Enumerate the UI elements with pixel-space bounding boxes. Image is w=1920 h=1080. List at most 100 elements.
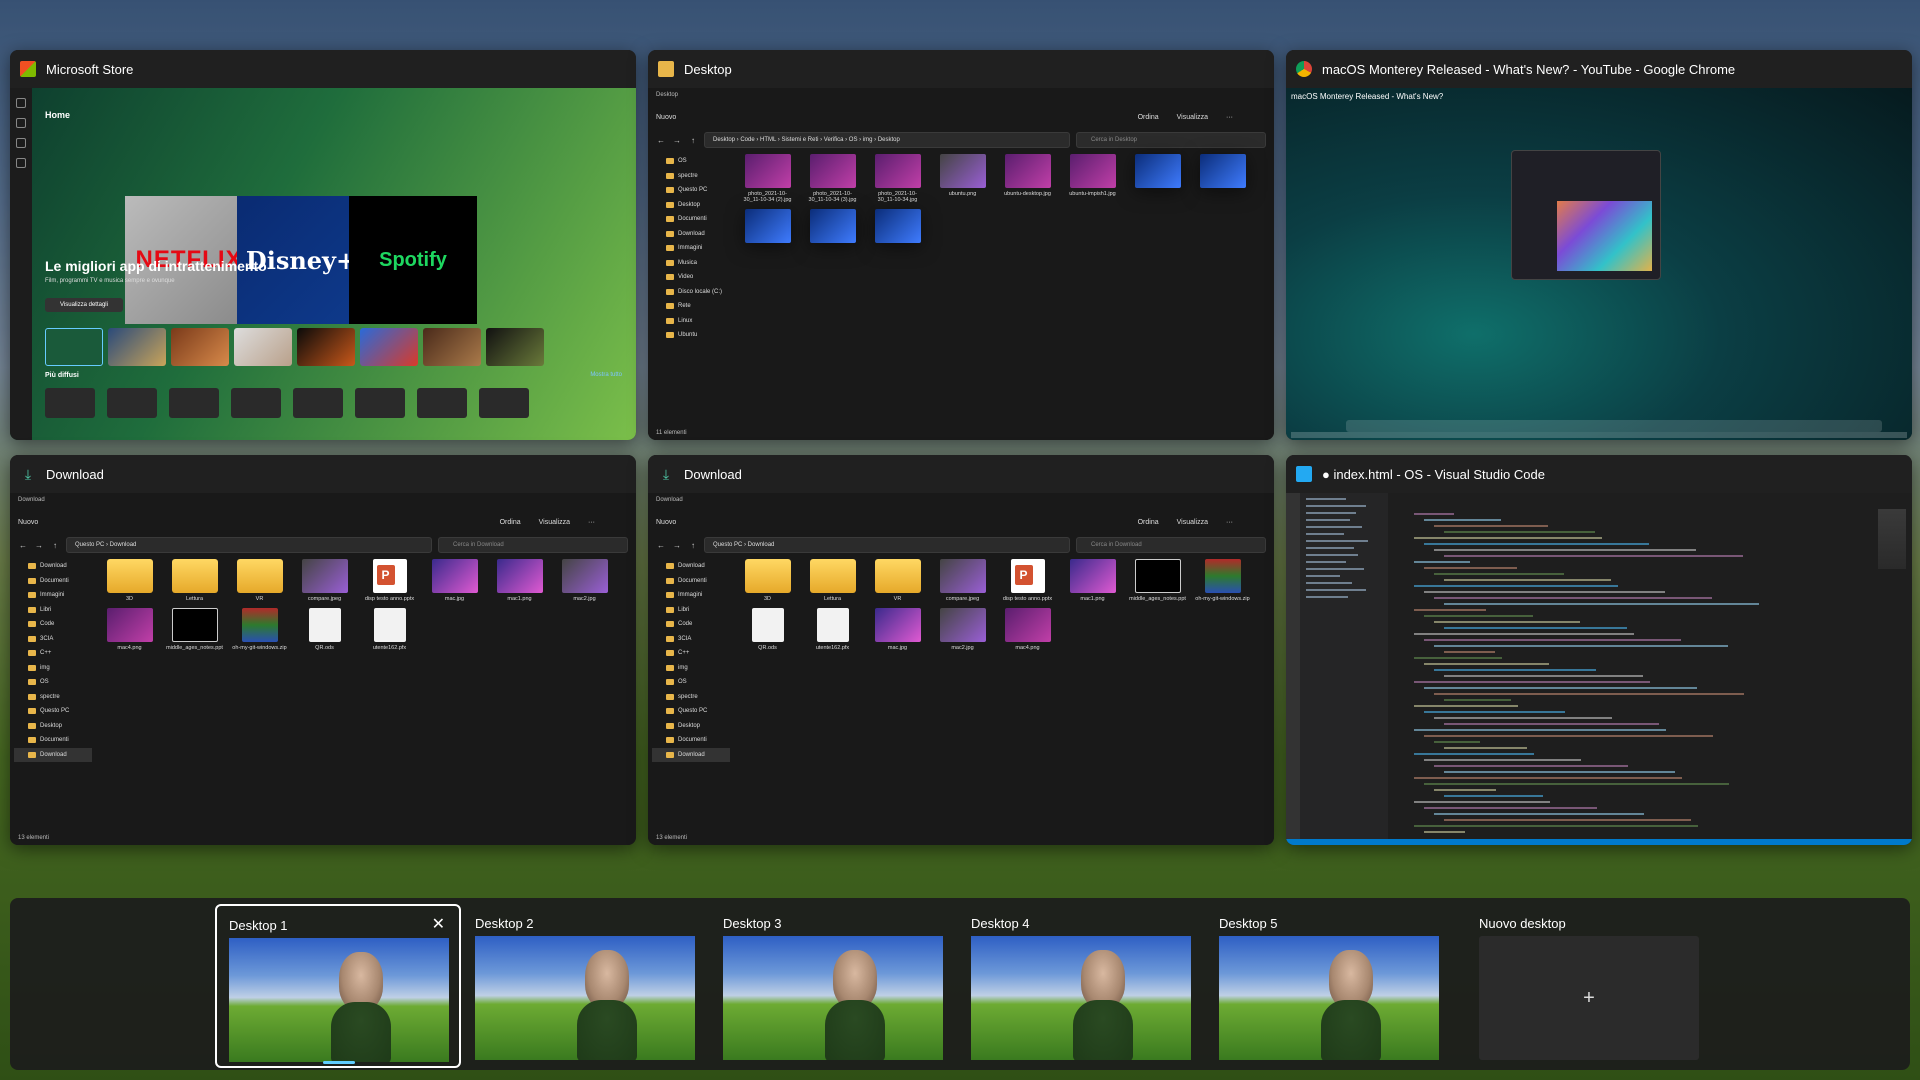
file-icon <box>809 209 856 243</box>
code-line <box>1434 573 1564 575</box>
download-icon: ⤓ <box>662 466 670 482</box>
file-name: compare.jpeg <box>945 596 980 602</box>
new-desktop-button[interactable]: + <box>1479 936 1699 1060</box>
tree-item-label: spectre <box>678 693 698 700</box>
tree-item-label: Desktop <box>678 201 701 208</box>
file-name: QR.ods <box>315 645 334 651</box>
file-name: 3D <box>125 596 134 602</box>
back-icon: ← <box>657 135 665 145</box>
code-line <box>1434 525 1548 527</box>
desktop-5-card[interactable]: Desktop 5 <box>1207 904 1453 1068</box>
tree-item-label: Ubuntu <box>678 332 698 339</box>
tree-item-label: OS <box>40 679 49 686</box>
file-item: mac.jpg <box>427 559 482 602</box>
window-title-bar[interactable]: ● index.html - OS - Visual Studio Code <box>1286 455 1912 493</box>
file-icon <box>1069 559 1116 593</box>
file-item: ubuntu.png <box>935 154 990 203</box>
folder-icon <box>666 259 674 266</box>
code-line <box>1444 579 1611 581</box>
file-icon <box>241 608 278 642</box>
file-name: utente162.pfx <box>815 645 850 651</box>
window-microsoft-store[interactable]: Microsoft Store Home NETFLIX Disney+ Spo… <box>10 50 636 440</box>
file-item: VR <box>232 559 287 602</box>
tree-item: Code <box>652 617 730 632</box>
desktop-thumbnail[interactable] <box>971 936 1191 1060</box>
window-title-bar[interactable]: Microsoft Store <box>10 50 636 88</box>
file-name: ubuntu-desktop.jpg <box>1004 191 1051 197</box>
explorer-tree: OS spectre Questo PC Desktop Documenti Downlo… <box>652 154 730 426</box>
desktop-2-card[interactable]: Desktop 2 <box>463 904 709 1068</box>
file-icon <box>1069 154 1116 188</box>
desktop-4-card[interactable]: Desktop 4 <box>959 904 1205 1068</box>
desktop-thumbnail[interactable] <box>475 936 695 1060</box>
desktop-thumbnail[interactable] <box>723 936 943 1060</box>
file-name: mac1.png <box>507 596 532 602</box>
folder-icon <box>28 650 36 657</box>
tree-item-label: spectre <box>678 172 698 179</box>
file-item: photo_2021-10-30_11-10-34 (3).jpg <box>805 154 860 203</box>
folder-icon <box>28 693 36 700</box>
vscode-icon <box>1296 466 1312 482</box>
folder-icon <box>666 650 674 657</box>
desktop-3-card[interactable]: Desktop 3 <box>711 904 957 1068</box>
desktop-1-card[interactable]: Desktop 1 ✕ <box>215 904 461 1068</box>
window-chrome[interactable]: macOS Monterey Released - What's New? - … <box>1286 50 1912 440</box>
window-title-bar[interactable]: ⤓ Download <box>10 455 636 493</box>
file-icon <box>372 559 407 593</box>
desktop-thumbnail[interactable] <box>229 938 449 1062</box>
window-title: macOS Monterey Released - What's New? - … <box>1322 61 1736 77</box>
window-title-bar[interactable]: Desktop <box>648 50 1274 88</box>
folder-icon <box>666 158 674 165</box>
explorer-toolbar: Nuovo Ordina Visualizza ··· <box>18 518 595 526</box>
window-preview <box>1286 493 1912 845</box>
folder-icon <box>28 563 36 570</box>
window-title-bar[interactable]: macOS Monterey Released - What's New? - … <box>1286 50 1912 88</box>
window-explorer-download-2[interactable]: ⤓ Download Download Nuovo Ordina Visuali… <box>648 455 1274 845</box>
tree-item-label: Disco locale (C:) <box>678 288 723 295</box>
window-vscode[interactable]: ● index.html - OS - Visual Studio Code <box>1286 455 1912 845</box>
file-name: middle_ages_notes.ppt <box>166 645 223 651</box>
file-item: mac4.png <box>102 608 157 651</box>
folder-icon <box>666 245 674 252</box>
store-home-label: Home <box>45 110 71 120</box>
tree-item: 3CIA <box>14 632 92 647</box>
file-name: ubuntu.png <box>948 191 977 197</box>
tree-item-label: Immagini <box>678 245 703 252</box>
desktop-thumbnail[interactable] <box>1219 936 1439 1060</box>
code-line <box>1444 531 1595 533</box>
tree-item-label: Code <box>678 621 693 628</box>
file-icon <box>939 154 986 188</box>
window-preview: Home NETFLIX Disney+ Spotify Le migliori… <box>10 88 636 440</box>
folder-icon <box>28 751 36 758</box>
close-icon[interactable]: ✕ <box>432 914 445 934</box>
new-desktop-card[interactable]: Nuovo desktop + <box>1455 904 1701 1068</box>
window-explorer-desktop[interactable]: Desktop Desktop Nuovo Ordina Visualizza … <box>648 50 1274 440</box>
file-item: win3.png <box>740 209 795 243</box>
file-icon <box>561 559 608 593</box>
folder-icon <box>809 559 856 593</box>
window-title-bar[interactable]: ⤓ Download <box>648 455 1274 493</box>
file-item: mac1.png <box>492 559 547 602</box>
explorer-crumb: Desktop <box>656 92 679 98</box>
tree-item: Immagini <box>652 241 730 256</box>
file-icon <box>751 608 784 642</box>
new-desktop-label: Nuovo desktop <box>1479 916 1566 931</box>
tree-item-label: Questo PC <box>40 708 70 715</box>
tree-item-label: Video <box>678 274 694 281</box>
store-sidebar <box>10 88 32 440</box>
code-line <box>1424 567 1517 569</box>
tree-item-label: OS <box>678 158 687 165</box>
window-explorer-download-1[interactable]: ⤓ Download Download Nuovo Ordina Visuali… <box>10 455 636 845</box>
file-item: QR.ods <box>297 608 352 651</box>
file-name: utente162.pfx <box>372 645 407 651</box>
file-icon <box>1204 559 1241 593</box>
code-line <box>1424 807 1597 809</box>
tree-item: Libri <box>652 603 730 618</box>
code-line <box>1444 723 1659 725</box>
code-line <box>1414 633 1634 635</box>
folder-icon <box>28 708 36 715</box>
file-name: mac.jpg <box>887 645 908 651</box>
store-carousel <box>45 328 636 366</box>
tree-item-label: Libri <box>40 606 52 613</box>
tree-item-label: Desktop <box>40 722 63 729</box>
